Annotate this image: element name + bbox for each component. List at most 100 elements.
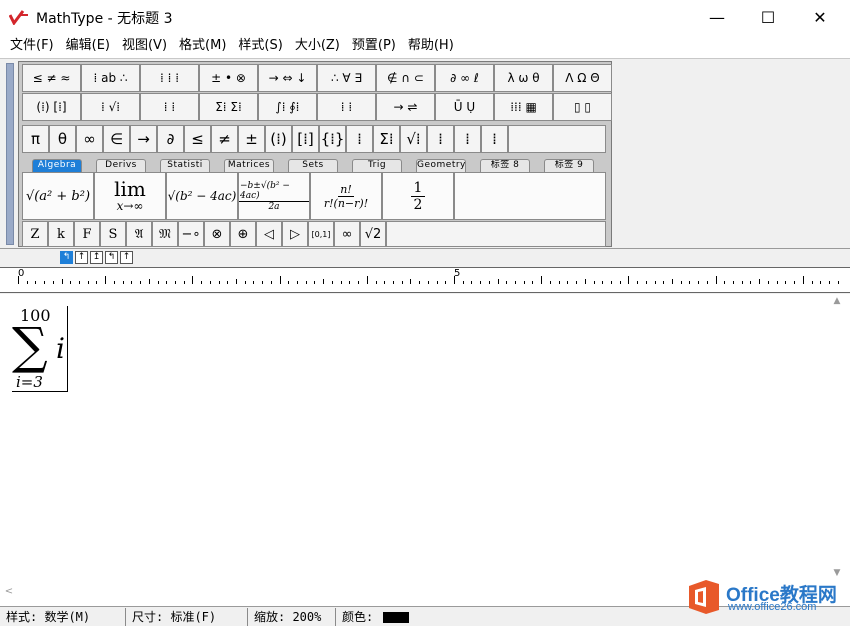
tabstop-decimal-button[interactable]: ↑	[120, 251, 133, 264]
sum-body[interactable]: i	[56, 332, 65, 365]
palette-logic-button[interactable]: ∴ ∀ ∃	[317, 64, 376, 92]
template-brackets-button[interactable]: [⁞]	[292, 125, 319, 153]
palette-scripts-button[interactable]: ⁞ ⁞	[140, 93, 199, 121]
template-half-button[interactable]: 1 2	[382, 172, 454, 220]
palette-fractions-button[interactable]: ⁞ √⁞	[81, 93, 140, 121]
palette-bars-button[interactable]: ⁞ ⁞	[317, 93, 376, 121]
palette-misc-button[interactable]: ∂ ∞ ℓ	[435, 64, 494, 92]
symbol-neq-button[interactable]: ≠	[211, 125, 238, 153]
horizontal-ruler[interactable]: 0 5	[0, 267, 850, 293]
palette-matrices-button[interactable]: ⁞⁞⁞ ▦	[494, 93, 553, 121]
font-f-button[interactable]: F	[74, 221, 100, 247]
symbol-infinity-small-button[interactable]: ∞	[334, 221, 360, 247]
template-braces-button[interactable]: {⁞}	[319, 125, 346, 153]
close-button[interactable]: ✕	[797, 0, 843, 34]
template-quadratic-button[interactable]: −b±√(b² − 4ac) 2a	[238, 172, 310, 220]
font-k-button[interactable]: k	[48, 221, 74, 247]
palette-labeled-arrows-button[interactable]: → ⇌	[376, 93, 435, 121]
symbol-leq-button[interactable]: ≤	[184, 125, 211, 153]
template-subscript-button[interactable]: ⁞	[454, 125, 481, 153]
tab-label-9[interactable]: 标签 9	[544, 159, 594, 172]
menu-format[interactable]: 格式(M)	[173, 34, 232, 58]
menu-help[interactable]: 帮助(H)	[402, 34, 460, 58]
tabstop-left-button[interactable]: ↰	[60, 251, 73, 264]
palette-products-button[interactable]: Ū Ụ	[435, 93, 494, 121]
tab-matrices[interactable]: Matrices	[224, 159, 274, 172]
template-sum-button[interactable]: Σ⁞	[373, 125, 400, 153]
font-script-s-button[interactable]: S	[100, 221, 126, 247]
template-subsuperscript-button[interactable]: ⁞	[481, 125, 508, 153]
palette-sums-button[interactable]: Σ⁞ Σ⁞	[199, 93, 258, 121]
symbol-otimes-button[interactable]: ⊗	[204, 221, 230, 247]
template-combination-button[interactable]: n! r!(n−r)!	[310, 172, 382, 220]
menu-view[interactable]: 视图(V)	[116, 34, 173, 58]
tab-derivs[interactable]: Derivs	[96, 159, 146, 172]
symbol-partial-button[interactable]: ∂	[157, 125, 184, 153]
font-fraktur-m-button[interactable]: 𝔐	[152, 221, 178, 247]
template-limit-button[interactable]: lim x→∞	[94, 172, 166, 220]
menu-size[interactable]: 大小(Z)	[289, 34, 346, 58]
tab-trig[interactable]: Trig	[352, 159, 402, 172]
palette-integrals-button[interactable]: ∫⁞ ∮⁞	[258, 93, 317, 121]
equation-editing-area[interactable]: 100 ∑ i i=3 ▲ ▼ <	[0, 294, 850, 606]
ruler-tick	[35, 281, 37, 284]
tabstop-center-button[interactable]: ↑	[75, 251, 88, 264]
symbol-oplus-button[interactable]: ⊕	[230, 221, 256, 247]
template-hypotenuse-button[interactable]: √(a² + b²)	[22, 172, 94, 220]
palette-sets-button[interactable]: ∉ ∩ ⊂	[376, 64, 435, 92]
menu-preferences[interactable]: 预置(P)	[346, 34, 402, 58]
menu-style[interactable]: 样式(S)	[232, 34, 288, 58]
palette-spaces-button[interactable]: ⁞ ab ∴	[81, 64, 140, 92]
maximize-button[interactable]: ☐	[745, 0, 791, 34]
palette-fences-button[interactable]: (⁞) [⁞]	[22, 93, 81, 121]
tabstop-relation-button[interactable]: ↰	[105, 251, 118, 264]
template-sqrt2-button[interactable]: √2	[360, 221, 386, 247]
palette-embellishments-button[interactable]: ⁞ ⁞ ⁞	[140, 64, 199, 92]
equation-box[interactable]: 100 ∑ i i=3	[12, 306, 68, 392]
font-fraktur-a-button[interactable]: 𝔄	[126, 221, 152, 247]
toolbar-grip-handle[interactable]	[6, 63, 14, 245]
menu-file[interactable]: 文件(F)	[4, 34, 60, 58]
minimize-button[interactable]: —	[694, 0, 740, 34]
palette-greek-upper-button[interactable]: Λ Ω Θ	[553, 64, 612, 92]
symbol-multimap-button[interactable]: −∘	[178, 221, 204, 247]
template-fraction-button[interactable]: ⁞	[346, 125, 373, 153]
scroll-up-arrow-icon[interactable]: ▲	[828, 296, 846, 310]
scroll-left-arrow-icon[interactable]: <	[2, 584, 16, 600]
symbol-pi-button[interactable]: π	[22, 125, 49, 153]
tab-geometry[interactable]: Geometry	[416, 159, 466, 172]
symbol-arrow-button[interactable]: →	[130, 125, 157, 153]
menu-edit[interactable]: 编辑(E)	[60, 34, 116, 58]
ruler-tick	[87, 281, 89, 284]
tab-label-8[interactable]: 标签 8	[480, 159, 530, 172]
tab-sets[interactable]: Sets	[288, 159, 338, 172]
tabstop-right-button[interactable]: ↥	[90, 251, 103, 264]
template-superscript-button[interactable]: ⁞	[427, 125, 454, 153]
symbol-triangle-left-button[interactable]: ◁	[256, 221, 282, 247]
tab-algebra[interactable]: Algebra	[32, 159, 82, 172]
symbol-bar-empty-slot[interactable]	[508, 125, 606, 153]
font-double-struck-z-button[interactable]: Z	[22, 221, 48, 247]
template-discriminant-button[interactable]: √(b² − 4ac)	[166, 172, 238, 220]
symbol-infinity-button[interactable]: ∞	[76, 125, 103, 153]
vertical-scrollbar[interactable]: ▲ ▼	[828, 294, 846, 584]
small-row-empty-slot[interactable]	[386, 221, 606, 247]
status-zoom[interactable]: 缩放: 200%	[248, 607, 336, 626]
template-sqrt-button[interactable]: √⁞	[400, 125, 427, 153]
palette-greek-lower-button[interactable]: λ ω θ	[494, 64, 553, 92]
template-empty-slot[interactable]	[454, 172, 606, 220]
template-parens-button[interactable]: (⁞)	[265, 125, 292, 153]
palette-arrows-button[interactable]: → ⇔ ↓	[258, 64, 317, 92]
tab-statistics[interactable]: Statisti	[160, 159, 210, 172]
symbol-theta-button[interactable]: θ	[49, 125, 76, 153]
mathtype-logo-icon	[9, 10, 28, 25]
symbol-element-of-button[interactable]: ∈	[103, 125, 130, 153]
template-interval-button[interactable]: [0,1]	[308, 221, 334, 247]
sum-lower-limit[interactable]: i=3	[16, 373, 43, 391]
palette-operators-button[interactable]: ± • ⊗	[199, 64, 258, 92]
palette-boxes-button[interactable]: ▯ ▯	[553, 93, 612, 121]
symbol-triangle-right-button[interactable]: ▷	[282, 221, 308, 247]
summation-operator[interactable]: ∑	[12, 320, 48, 372]
symbol-plusminus-button[interactable]: ±	[238, 125, 265, 153]
palette-relational-button[interactable]: ≤ ≠ ≈	[22, 64, 81, 92]
